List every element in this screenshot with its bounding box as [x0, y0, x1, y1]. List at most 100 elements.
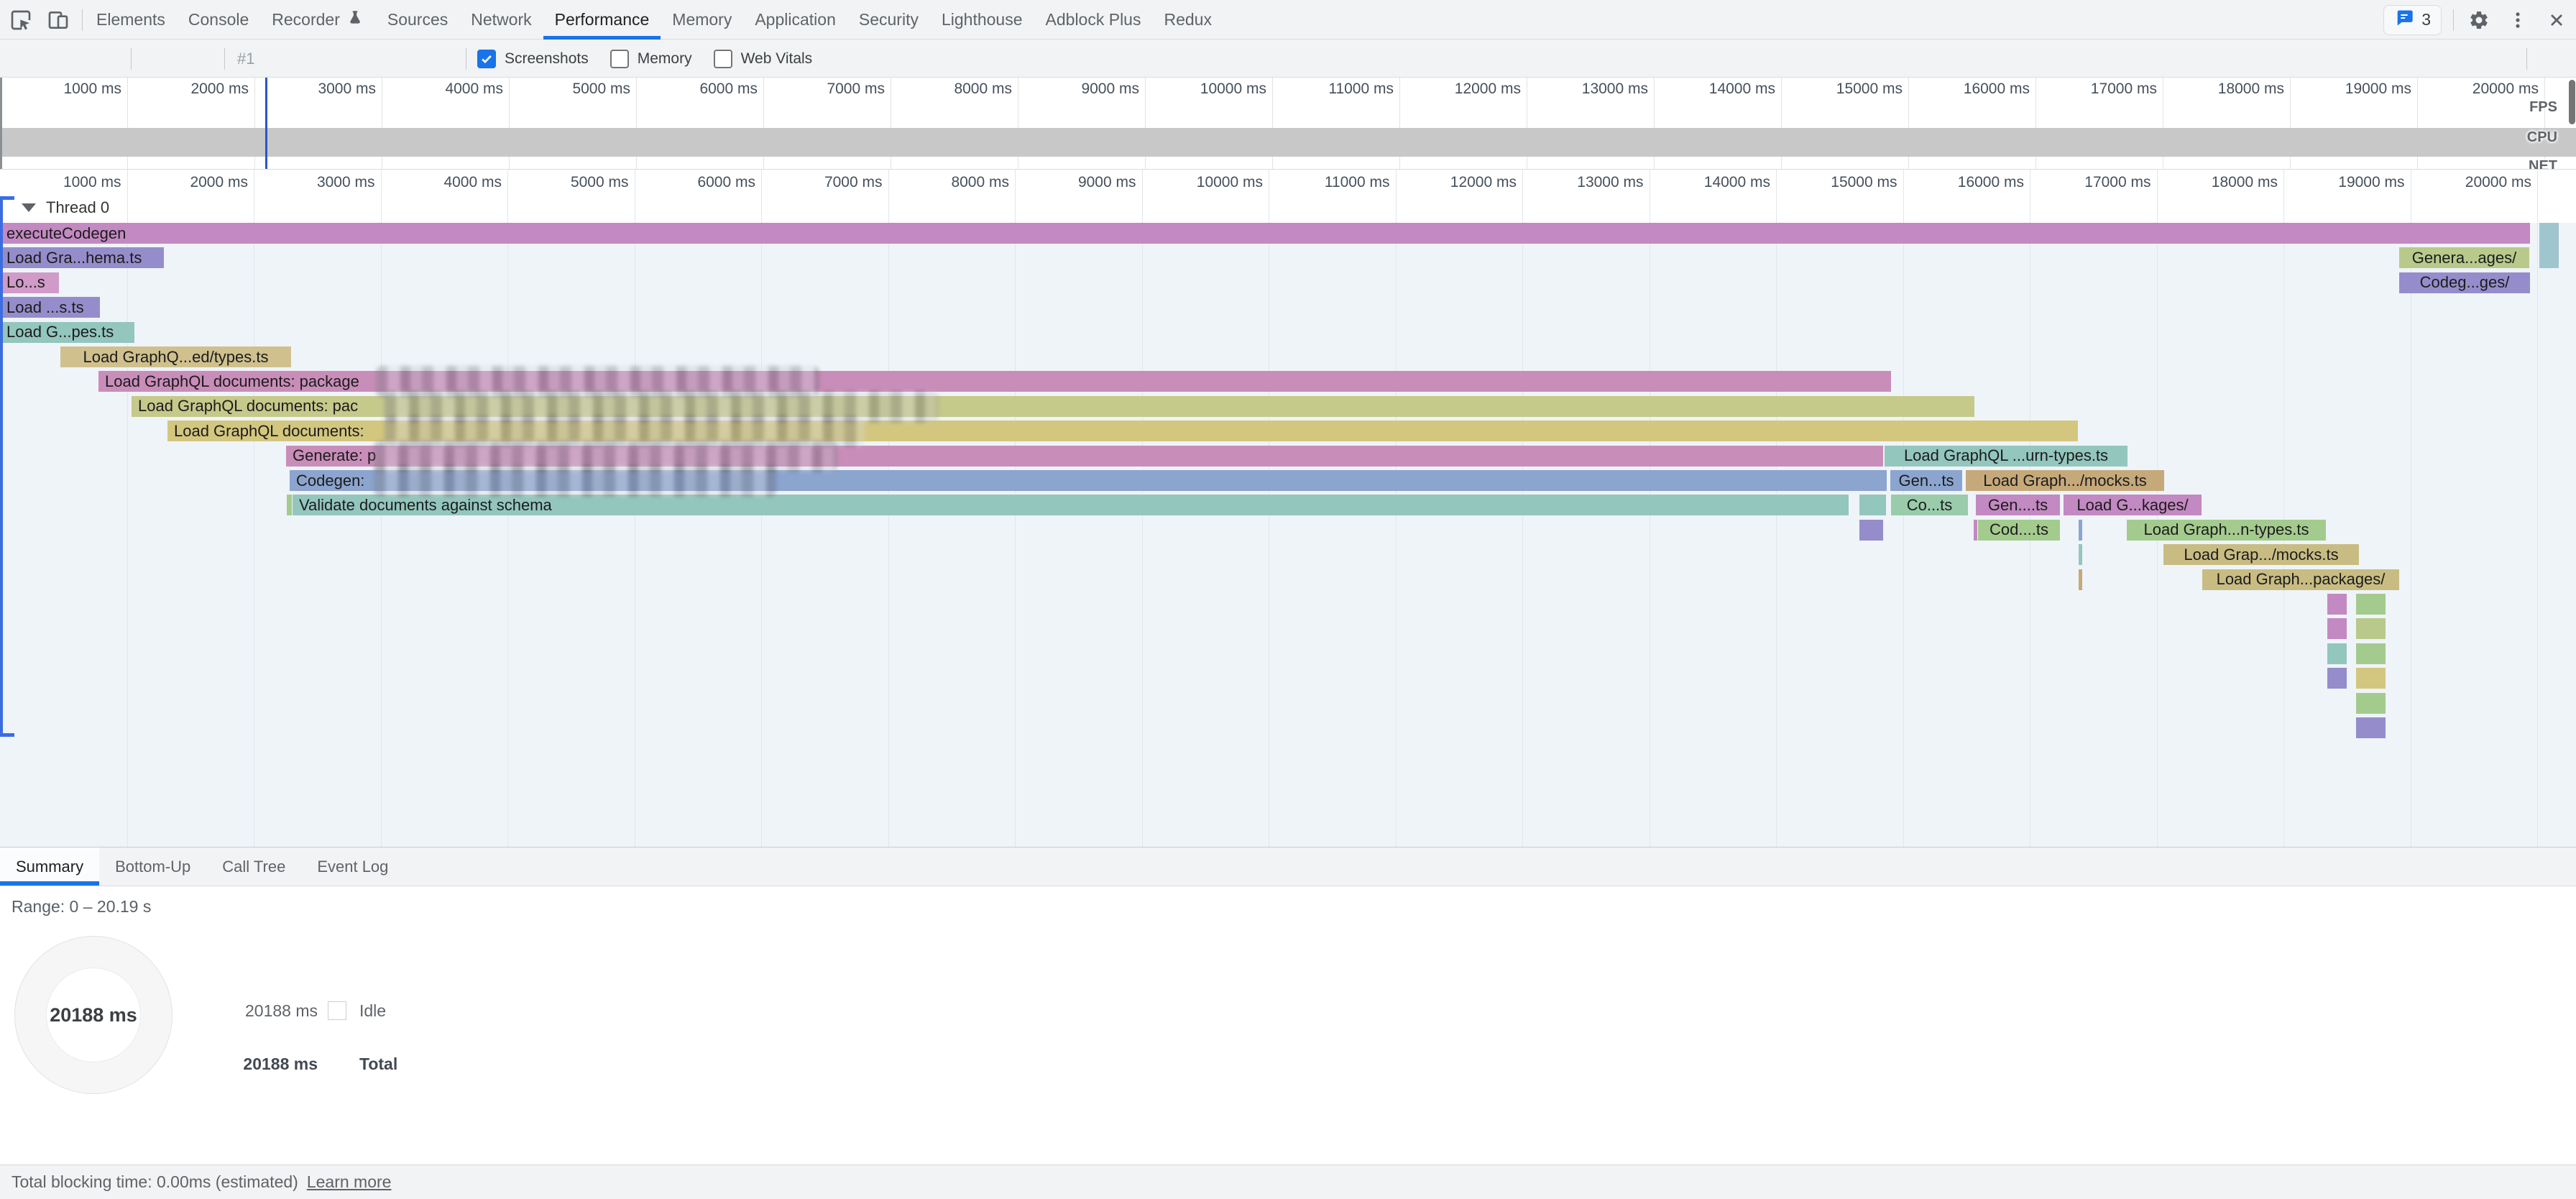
flame-bar[interactable]: Lo...s [0, 272, 59, 293]
flame-bar[interactable] [2327, 643, 2347, 664]
legend-label: Idle [359, 1001, 386, 1021]
flame-bar[interactable]: Load GraphQL documents: package [98, 371, 1891, 392]
performance-toolbar: #1 Screenshots Memory Web Vitals [0, 40, 2576, 78]
toolbar-checkboxes: Screenshots Memory Web Vitals [477, 40, 812, 78]
flame-bar[interactable]: Co...ts [1891, 495, 1968, 515]
thread-group-header[interactable]: Thread 0 [22, 198, 109, 217]
tab-label: Elements [96, 10, 165, 29]
checkbox-memory[interactable]: Memory [610, 50, 692, 68]
checkbox-web-vitals[interactable]: Web Vitals [714, 50, 813, 68]
ruler-tick-label: 15000 ms [1782, 174, 1898, 191]
tab-elements[interactable]: Elements [85, 0, 177, 40]
active-drawer-tab-underline [0, 881, 99, 886]
close-devtools-icon[interactable] [2543, 6, 2570, 34]
device-toolbar-icon[interactable] [45, 6, 72, 34]
tab-lighthouse[interactable]: Lighthouse [930, 0, 1034, 40]
checkbox-label: Screenshots [505, 50, 589, 68]
ruler-tick-label: 16000 ms [1915, 81, 2030, 98]
flame-chart[interactable]: 1000 ms2000 ms3000 ms4000 ms5000 ms6000 … [0, 170, 2576, 847]
learn-more-link[interactable]: Learn more [307, 1172, 392, 1192]
flame-bar[interactable]: Load G...kages/ [2064, 495, 2202, 515]
flame-bar[interactable]: Load GraphQ...ed/types.ts [60, 346, 291, 367]
tab-network[interactable]: Network [459, 0, 543, 40]
tab-memory[interactable]: Memory [661, 0, 743, 40]
flame-bar[interactable] [1974, 520, 1977, 541]
ruler-tick-label: 7000 ms [768, 174, 883, 191]
legend-label: Total [359, 1055, 397, 1074]
flame-bar[interactable] [1859, 520, 1883, 541]
flame-bar[interactable] [2327, 668, 2347, 689]
drawer-tab-event-log[interactable]: Event Log [301, 847, 404, 886]
flame-bar[interactable]: Validate documents against schema [293, 495, 1849, 515]
issues-count: 3 [2421, 10, 2431, 29]
flame-bar[interactable] [2356, 717, 2386, 738]
collapse-triangle-icon[interactable] [22, 203, 36, 212]
flame-bar[interactable] [2356, 668, 2386, 689]
timeline-overview[interactable]: 1000 ms2000 ms3000 ms4000 ms5000 ms6000 … [0, 78, 2576, 170]
selection-bracket [0, 196, 3, 737]
flame-bar[interactable]: Gen...ts [1890, 470, 1962, 491]
flame-bar[interactable] [287, 495, 292, 515]
ruler-tick-label: 12000 ms [1402, 174, 1517, 191]
inspect-element-icon[interactable] [7, 6, 34, 34]
ruler-tick-label: 2000 ms [133, 174, 248, 191]
flame-bar-label: Load GraphQ...ed/types.ts [76, 348, 275, 367]
tab-recorder[interactable]: Recorder [260, 0, 376, 40]
flame-bar[interactable]: Load Graph...n-types.ts [2127, 520, 2326, 541]
flame-bar[interactable]: Load Graph.../mocks.ts [1966, 470, 2164, 491]
legend-swatch [328, 1001, 346, 1020]
flame-bar[interactable]: Load Grap.../mocks.ts [2163, 544, 2359, 565]
flame-bar[interactable] [2327, 594, 2347, 615]
flame-bar[interactable] [2356, 594, 2386, 615]
flame-bar[interactable] [2356, 618, 2386, 639]
tab-console[interactable]: Console [177, 0, 260, 40]
drawer-tab-call-tree[interactable]: Call Tree [206, 847, 301, 886]
flame-bar[interactable]: Load Graph...packages/ [2202, 569, 2399, 590]
issues-button[interactable]: 3 [2383, 5, 2442, 35]
flame-bar[interactable]: Load GraphQL ...urn-types.ts [1885, 446, 2128, 467]
tab-security[interactable]: Security [847, 0, 930, 40]
settings-gear-icon[interactable] [2465, 6, 2493, 34]
flame-bar[interactable] [2356, 693, 2386, 714]
flame-bar[interactable] [2079, 520, 2082, 541]
checkbox-checked[interactable] [477, 50, 496, 68]
flame-bar[interactable]: Cod....ts [1978, 520, 2060, 541]
ruler-tick-label: 18000 ms [2163, 174, 2278, 191]
tab-adblock-plus[interactable]: Adblock Plus [1034, 0, 1153, 40]
flame-bar[interactable] [2327, 618, 2347, 639]
flame-bar-label: Co...ts [1900, 496, 1959, 515]
flame-bar[interactable]: Load ...s.ts [0, 297, 100, 318]
flame-bar[interactable] [2079, 544, 2082, 565]
ruler-tick-label: 10000 ms [1148, 174, 1263, 191]
tab-label: Performance [555, 10, 650, 29]
scrollbar-thumb[interactable] [2569, 80, 2575, 124]
more-options-kebab-icon[interactable] [2504, 6, 2531, 34]
ruler-tick-label: 5000 ms [514, 174, 629, 191]
tab-application[interactable]: Application [743, 0, 847, 40]
flame-bar[interactable]: Load Gra...hema.ts [0, 247, 164, 268]
checkbox-unchecked[interactable] [610, 50, 629, 68]
tab-label: Adblock Plus [1046, 10, 1141, 29]
flame-bar[interactable] [2356, 643, 2386, 664]
drawer-tabbar: Summary Bottom-UpCall TreeEvent Log [0, 847, 2576, 886]
overview-left-handle[interactable] [0, 78, 2, 170]
flame-bar[interactable]: executeCodegen [0, 223, 2530, 244]
flame-bar[interactable]: Gen....ts [1976, 495, 2060, 515]
drawer-tab-label: Summary [16, 858, 83, 876]
flame-bar[interactable] [1859, 495, 1886, 515]
tab-label: Redux [1164, 10, 1211, 29]
tab-sources[interactable]: Sources [376, 0, 459, 40]
flame-bar[interactable] [2079, 569, 2082, 590]
checkbox-unchecked[interactable] [714, 50, 732, 68]
flame-bar[interactable] [2539, 223, 2559, 268]
recording-select[interactable]: #1 [237, 40, 254, 78]
thread-label: Thread 0 [46, 198, 109, 217]
tab-performance[interactable]: Performance [543, 0, 661, 40]
flame-bar[interactable]: Genera...ages/ [2399, 247, 2529, 268]
flame-bar[interactable]: Codeg...ges/ [2399, 272, 2530, 293]
drawer-tab-bottom-up[interactable]: Bottom-Up [99, 847, 206, 886]
tab-redux[interactable]: Redux [1152, 0, 1223, 40]
checkbox-screenshots[interactable]: Screenshots [477, 50, 589, 68]
drawer-tab-summary[interactable]: Summary [0, 847, 99, 886]
flame-bar[interactable]: Load G...pes.ts [0, 322, 134, 343]
